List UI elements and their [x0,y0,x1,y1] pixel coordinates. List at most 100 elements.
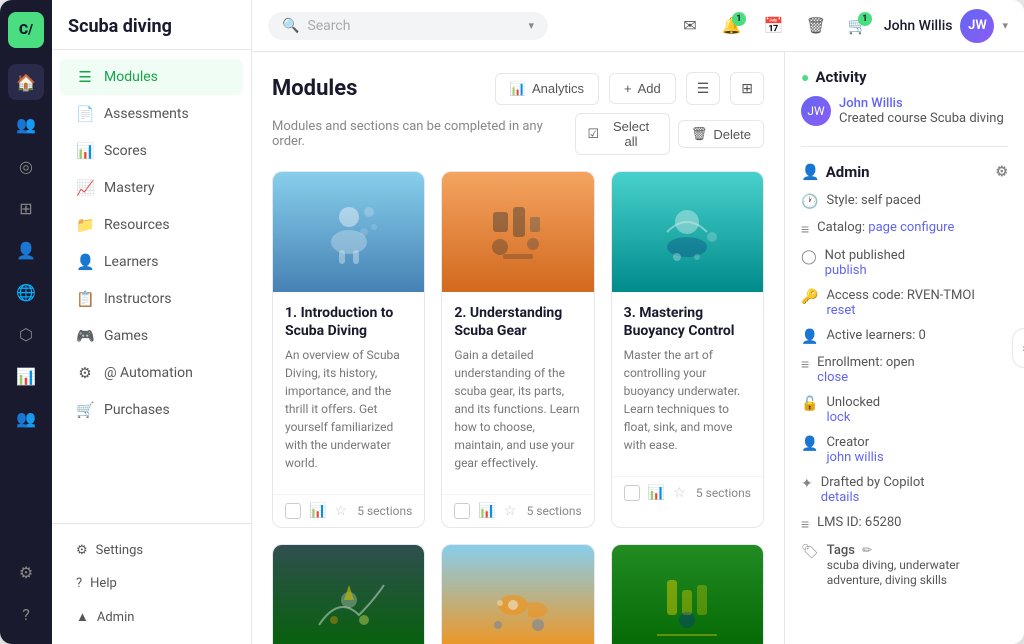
sidebar-footer-help[interactable]: ? Help [68,569,235,598]
settings-label: Settings [96,543,143,558]
sidebar-item-modules[interactable]: ☰ Modules [60,59,243,95]
search-box[interactable]: 🔍 Search ▾ [268,12,548,40]
activity-row: JW John Willis Created course Scuba divi… [801,96,1008,126]
nav-icon-people[interactable]: 👥 [8,400,44,436]
expand-handle[interactable]: › [1012,328,1024,368]
clock-icon: 🕐 [801,194,818,210]
search-dropdown-icon[interactable]: ▾ [528,19,534,32]
module-star-2[interactable]: ☆ [504,503,517,519]
admin-style-content: Style: self paced [826,193,1008,208]
user-dropdown-icon[interactable]: ▾ [1002,19,1008,32]
admin-row-creator: 👤 Creator john willis [801,435,1008,465]
delete-icon: 🗑 [691,126,708,142]
nav-icon-globe[interactable]: 🌐 [8,274,44,310]
module-footer-1: 📊 ☆ 5 sections [273,494,424,527]
search-icon: 🔍 [282,18,299,34]
module-card-5[interactable]: 5. Recognizing Marine Life Learn to iden… [441,544,594,644]
admin-row-copilot: ✦ Drafted by Copilot details [801,475,1008,505]
user-avatar: JW [960,9,994,43]
module-body-1: 1. Introduction to Scuba Diving An overv… [273,292,424,494]
cart-icon[interactable]: 🛒 1 [842,10,874,42]
publish-link[interactable]: publish [825,263,867,278]
user-area[interactable]: John Willis JW ▾ [884,9,1008,43]
sidebar-label-learners: Learners [104,254,158,270]
sidebar-item-automation[interactable]: ⚙ @ Automation [60,355,243,391]
creator-link[interactable]: john willis [826,450,883,465]
notification-icon[interactable]: 🔔 1 [716,10,748,42]
activity-dot-icon: ● [801,69,809,86]
module-checkbox-2[interactable] [454,503,470,519]
sidebar-label-resources: Resources [104,217,170,233]
sidebar-footer-settings[interactable]: ⚙ Settings [68,536,235,565]
close-enrollment-link[interactable]: close [817,370,848,385]
admin-learners-content: Active learners: 0 [826,328,1008,343]
module-analytics-icon-3[interactable]: 📊 [648,485,665,501]
admin-row-unlocked: 🔓 Unlocked lock [801,395,1008,425]
body-area: Modules 📊 Analytics + Add ☰ ⊞ [252,52,1024,644]
module-card-1[interactable]: 1. Introduction to Scuba Diving An overv… [272,171,425,528]
sidebar-label-instructors: Instructors [104,291,172,307]
module-checkbox-3[interactable] [624,485,640,501]
lock-link[interactable]: lock [826,410,850,425]
module-footer-2: 📊 ☆ 5 sections [442,494,593,527]
admin-lms-content: LMS ID: 65280 [817,515,1008,530]
sidebar-item-instructors[interactable]: 📋 Instructors [60,281,243,317]
help-icon: ? [76,576,82,591]
lock-icon: 🔓 [801,396,818,412]
sidebar-item-scores[interactable]: 📊 Scores [60,133,243,169]
module-star-1[interactable]: ☆ [334,503,347,519]
sidebar-item-games[interactable]: 🎮 Games [60,318,243,354]
right-panel: › ● Activity JW John Willis Created cour… [784,52,1024,644]
nav-icon-grid[interactable]: ⊞ [8,190,44,226]
creator-icon: 👤 [801,436,818,452]
sidebar-item-mastery[interactable]: 📈 Mastery [60,170,243,206]
module-thumb-2 [442,172,593,292]
module-analytics-icon-2[interactable]: 📊 [478,503,495,519]
sidebar-footer-admin[interactable]: ▲ Admin [68,602,235,632]
app-logo[interactable]: C/ [8,12,44,48]
nav-icon-home[interactable]: 🏠 [8,64,44,100]
nav-icon-person[interactable]: 👤 [8,232,44,268]
catalog-link[interactable]: page configure [868,220,954,235]
reset-link[interactable]: reset [826,303,855,318]
details-link[interactable]: details [821,490,860,505]
sidebar-item-purchases[interactable]: 🛒 Purchases [60,392,243,428]
sidebar-item-assessments[interactable]: 📄 Assessments [60,96,243,132]
nav-icon-users[interactable]: 👥 [8,106,44,142]
scores-icon: 📊 [76,142,94,160]
module-title-3: 3. Mastering Buoyancy Control [624,304,751,340]
sidebar-nav: ☰ Modules 📄 Assessments 📊 Scores 📈 Maste… [52,50,251,523]
calendar-icon[interactable]: 📅 [758,10,790,42]
top-bar-icons: ✉ 🔔 1 📅 🗑 🛒 1 John Willis JW ▾ [674,9,1008,43]
nav-icon-chart[interactable]: ◎ [8,148,44,184]
analytics-button[interactable]: 📊 Analytics [495,73,599,105]
modules-area: Modules 📊 Analytics + Add ☰ ⊞ [252,52,784,644]
module-card-4[interactable]: 4. Learning Underwater Navigation Explor… [272,544,425,644]
module-card-2[interactable]: 2. Understanding Scuba Gear Gain a detai… [441,171,594,528]
sidebar-item-learners[interactable]: 👤 Learners [60,244,243,280]
grid-view-button[interactable]: ⊞ [730,72,764,105]
module-checkbox-1[interactable] [285,503,301,519]
module-card-3[interactable]: 3. Mastering Buoyancy Control Master the… [611,171,764,528]
module-analytics-icon-1[interactable]: 📊 [309,503,326,519]
module-card-6[interactable]: 6. Understanding Diving Physics Understa… [611,544,764,644]
activity-title: ● Activity [801,68,1008,86]
mail-icon[interactable]: ✉ [674,10,706,42]
module-star-3[interactable]: ☆ [673,485,686,501]
delete-button[interactable]: 🗑 Delete [678,120,764,148]
nav-icon-bar-chart[interactable]: 📊 [8,358,44,394]
select-all-button[interactable]: ☑ Select all [575,113,670,155]
list-view-button[interactable]: ☰ [686,72,721,105]
edit-tags-icon[interactable]: ✏ [862,543,872,557]
sidebar-footer: ⚙ Settings ? Help ▲ Admin [52,523,251,644]
nav-icon-help[interactable]: ? [8,596,44,632]
select-all-label: Select all [605,119,657,149]
nav-icon-settings[interactable]: ⚙ [8,554,44,590]
sidebar-title: Scuba diving [52,0,251,50]
nav-icon-network[interactable]: ⬡ [8,316,44,352]
trash-icon[interactable]: 🗑 [800,10,832,42]
sidebar-item-resources[interactable]: 📁 Resources [60,207,243,243]
add-button[interactable]: + Add [609,73,676,104]
admin-gear-icon[interactable]: ⚙ [995,164,1008,180]
activity-user[interactable]: John Willis [839,96,1004,111]
